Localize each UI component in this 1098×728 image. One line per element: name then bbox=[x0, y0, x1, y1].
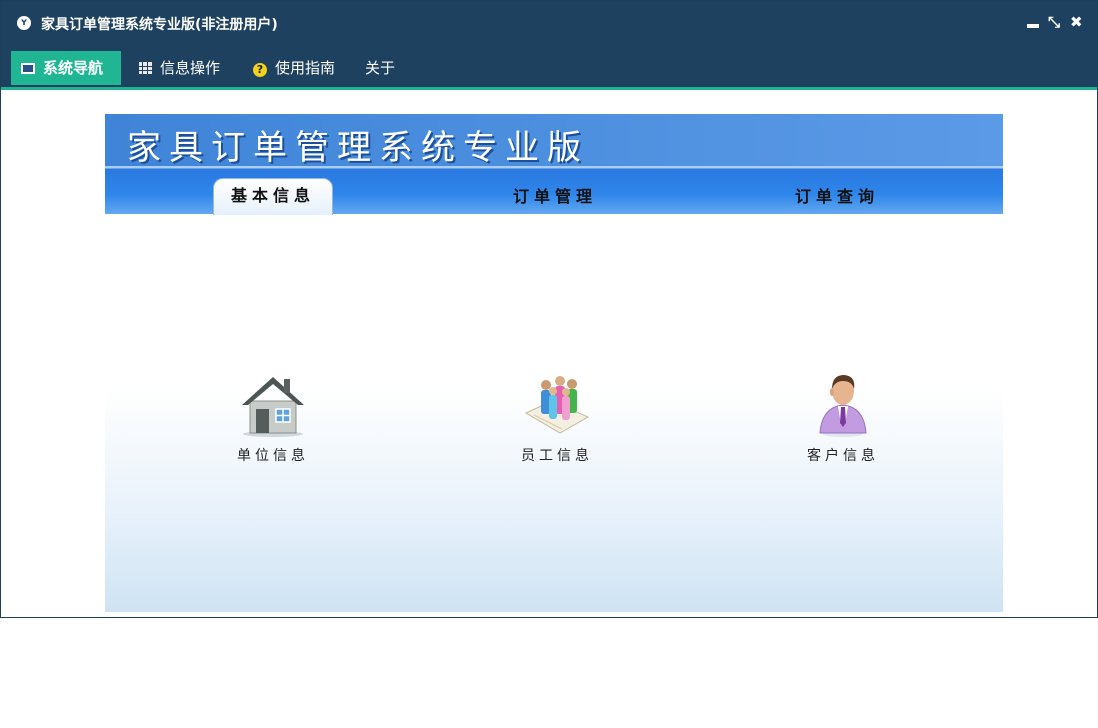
menu-item-label: 关于 bbox=[365, 59, 396, 77]
main-panel: 家具订单管理系统专业版 基本信息 订单管理 订单查询 单位信息 员工信息 客户信… bbox=[105, 114, 1003, 612]
help-icon: ? bbox=[253, 63, 267, 77]
menu-bar: 系统导航 信息操作 ? 使用指南 关于 bbox=[1, 45, 1097, 90]
staff-group-icon bbox=[524, 376, 590, 434]
banner: 家具订单管理系统专业版 bbox=[105, 114, 1003, 168]
tile-label: 员工信息 bbox=[521, 448, 593, 464]
menu-item-system-nav[interactable]: 系统导航 bbox=[11, 51, 121, 85]
tab-basic-info[interactable]: 基本信息 bbox=[213, 178, 333, 215]
window-title: 家具订单管理系统专业版(非注册用户) bbox=[41, 17, 278, 33]
app-window: ʏ 家具订单管理系统专业版(非注册用户) ⤡ ✖ 系统导航 信息操作 ? 使用指南… bbox=[0, 0, 1098, 618]
tab-order-query[interactable]: 订单查询 bbox=[767, 180, 907, 214]
tile-label: 单位信息 bbox=[237, 448, 309, 464]
app-logo-icon: ʏ bbox=[17, 16, 31, 30]
close-icon[interactable]: ✖ bbox=[1070, 13, 1083, 31]
menu-item-info-ops[interactable]: 信息操作 bbox=[129, 51, 235, 85]
menu-item-label: 系统导航 bbox=[43, 59, 104, 77]
tile-label: 客户信息 bbox=[807, 448, 879, 464]
grid-icon bbox=[139, 62, 152, 74]
monitor-icon bbox=[21, 63, 35, 74]
house-icon bbox=[242, 377, 304, 437]
banner-title: 家具订单管理系统专业版 bbox=[127, 128, 589, 168]
tab-bar: 基本信息 订单管理 订单查询 bbox=[105, 166, 1003, 215]
menu-item-user-guide[interactable]: ? 使用指南 bbox=[243, 51, 351, 85]
menu-item-label: 使用指南 bbox=[275, 59, 336, 77]
tile-company-info[interactable]: 单位信息 bbox=[213, 371, 333, 465]
menu-item-label: 信息操作 bbox=[160, 59, 221, 77]
tile-staff-info[interactable]: 员工信息 bbox=[497, 371, 617, 465]
minimize-icon[interactable] bbox=[1027, 24, 1039, 28]
restore-icon[interactable]: ⤡ bbox=[1048, 13, 1060, 31]
tab-order-management[interactable]: 订单管理 bbox=[485, 180, 625, 214]
menu-item-about[interactable]: 关于 bbox=[355, 51, 409, 85]
title-bar[interactable]: ʏ 家具订单管理系统专业版(非注册用户) ⤡ ✖ bbox=[1, 1, 1097, 45]
customer-person-icon bbox=[819, 375, 867, 437]
tile-customer-info[interactable]: 客户信息 bbox=[783, 371, 903, 465]
